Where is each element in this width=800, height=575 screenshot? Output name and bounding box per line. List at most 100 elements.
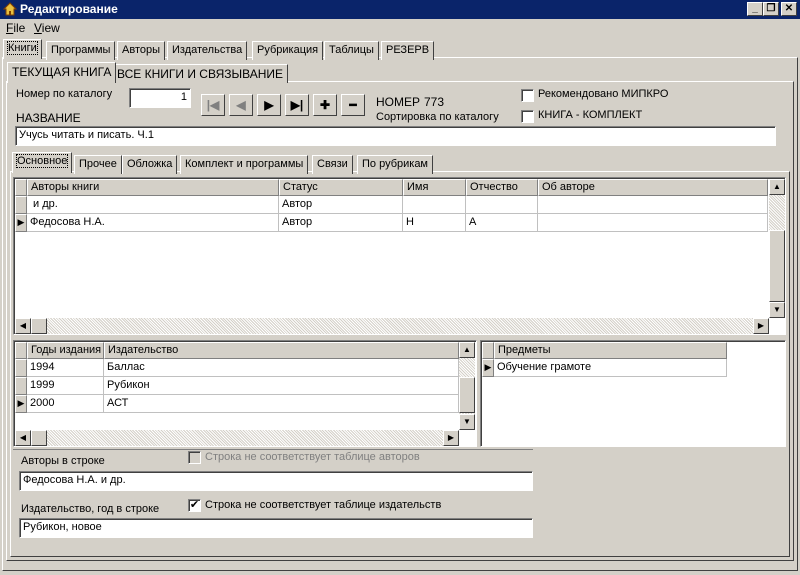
menu-file[interactable]: File [6, 21, 25, 35]
row-indicator[interactable] [15, 196, 27, 214]
table-cell[interactable]: АСТ [104, 395, 459, 413]
table-cell[interactable] [538, 214, 768, 232]
scroll-thumb[interactable] [769, 230, 785, 302]
grid-corner [482, 342, 494, 359]
column-header[interactable]: Издательство [104, 342, 459, 359]
nav-next-button[interactable]: ▶ [257, 94, 281, 116]
authors-mismatch-checkbox[interactable] [188, 451, 201, 464]
table-cell[interactable]: Рубикон [104, 377, 459, 395]
recommended-label: Рекомендовано МИПКРО [538, 88, 669, 100]
scroll-left-icon[interactable]: ◀ [15, 430, 31, 446]
table-cell[interactable]: и др. [27, 196, 279, 214]
publisher-mismatch-label: Строка не соответствует таблице издатель… [205, 499, 442, 511]
table-cell[interactable]: Обучение грамоте [494, 359, 727, 377]
number-label: НОМЕР [376, 95, 421, 109]
add-record-button[interactable]: ✚ [313, 94, 337, 116]
publisher-line-input[interactable]: Рубикон, новое [19, 518, 533, 538]
authors-line-label: Авторы в строке [21, 455, 105, 467]
scroll-left-icon[interactable]: ◀ [15, 318, 31, 334]
table-cell[interactable] [466, 196, 538, 214]
table-cell[interactable]: А [466, 214, 538, 232]
column-header[interactable]: Годы издания [27, 342, 104, 359]
scroll-thumb[interactable] [31, 318, 47, 334]
menu-bar: File View [0, 19, 800, 37]
column-header[interactable]: Статус [279, 179, 403, 196]
scroll-up-icon[interactable]: ▲ [769, 179, 785, 195]
table-cell[interactable]: Баллас [104, 359, 459, 377]
table-cell[interactable]: Н [403, 214, 466, 232]
scroll-down-icon[interactable]: ▼ [769, 302, 785, 318]
table-cell[interactable]: 1999 [27, 377, 104, 395]
publisher-line-label: Издательство, год в строке [21, 503, 160, 515]
current-row-icon[interactable]: ▶ [15, 395, 27, 413]
current-row-icon[interactable]: ▶ [15, 214, 27, 232]
tab-by-rubrics[interactable]: По рубрикам [357, 155, 433, 174]
publisher-mismatch-checkbox[interactable]: ✔ [188, 499, 201, 512]
subjects-grid: Предметы ▶ Обучение грамоте [480, 340, 786, 447]
close-button[interactable]: ✕ [781, 2, 797, 16]
tab-main[interactable]: Основное [12, 152, 73, 173]
authors-mismatch-label: Строка не соответствует таблице авторов [205, 451, 420, 463]
name-label: НАЗВАНИЕ [16, 111, 81, 125]
row-indicator[interactable] [15, 377, 27, 395]
tab-authors[interactable]: Авторы [117, 41, 165, 60]
tab-reserve[interactable]: РЕЗЕРВ [381, 41, 435, 60]
scroll-up-icon[interactable]: ▲ [459, 342, 475, 358]
number-value: 773 [424, 95, 445, 109]
row-indicator[interactable] [15, 359, 27, 377]
scroll-down-icon[interactable]: ▼ [459, 414, 475, 430]
catalog-number-input[interactable]: 1 [129, 88, 191, 108]
nav-first-button[interactable]: |◀ [201, 94, 225, 116]
sort-label: Сортировка по каталогу [376, 111, 499, 123]
horizontal-scrollbar[interactable] [15, 318, 769, 334]
tab-all-books[interactable]: ВСЕ КНИГИ И СВЯЗЫВАНИЕ [112, 64, 289, 83]
recommended-checkbox[interactable] [521, 89, 534, 102]
table-cell[interactable] [403, 196, 466, 214]
table-cell[interactable]: Автор [279, 196, 403, 214]
tab-tables[interactable]: Таблицы [324, 41, 379, 60]
maximize-button[interactable]: ❐ [763, 2, 779, 16]
delete-record-button[interactable]: ━ [341, 94, 365, 116]
nav-prev-button[interactable]: ◀ [229, 94, 253, 116]
authors-grid: Авторы книги Статус Имя Отчество Об авто… [13, 177, 786, 335]
grid-corner [15, 179, 27, 196]
scroll-thumb[interactable] [459, 377, 475, 413]
table-cell[interactable]: 2000 [27, 395, 104, 413]
tab-rubrication[interactable]: Рубрикация [252, 41, 324, 60]
table-cell[interactable]: 1994 [27, 359, 104, 377]
tab-links[interactable]: Связи [312, 155, 353, 174]
table-cell[interactable]: Федосова Н.А. [27, 214, 279, 232]
catalog-number-label: Номер по каталогу [16, 88, 113, 100]
current-row-icon[interactable]: ▶ [482, 359, 494, 377]
grid-corner [15, 342, 27, 359]
column-header[interactable]: Отчество [466, 179, 538, 196]
horizontal-scrollbar[interactable] [15, 430, 459, 446]
kit-checkbox[interactable] [521, 110, 534, 123]
authors-line-input[interactable]: Федосова Н.А. и др. [19, 471, 533, 491]
scroll-thumb[interactable] [31, 430, 47, 446]
tab-cover[interactable]: Обложка [122, 155, 178, 174]
column-header[interactable]: Об авторе [538, 179, 768, 196]
minimize-button[interactable]: _ [747, 2, 763, 16]
editions-grid: Годы издания Издательство 1994 Баллас 19… [13, 340, 477, 447]
tab-other[interactable]: Прочее [74, 155, 122, 174]
tab-programs[interactable]: Программы [46, 41, 116, 60]
table-cell[interactable] [538, 196, 768, 214]
title-bar: Редактирование _ ❐ ✕ [0, 0, 800, 19]
column-header[interactable]: Предметы [494, 342, 727, 359]
column-header[interactable]: Имя [403, 179, 466, 196]
nav-last-button[interactable]: ▶| [285, 94, 309, 116]
tab-kit-programs[interactable]: Комплект и программы [180, 155, 309, 174]
scroll-right-icon[interactable]: ▶ [443, 430, 459, 446]
scroll-right-icon[interactable]: ▶ [753, 318, 769, 334]
column-header[interactable]: Авторы книги [27, 179, 279, 196]
menu-view[interactable]: View [34, 21, 60, 35]
window-title: Редактирование [20, 2, 118, 16]
table-cell[interactable]: Автор [279, 214, 403, 232]
tab-books[interactable]: Книги [3, 39, 42, 59]
title-input[interactable]: Учусь читать и писать. Ч.1 [15, 126, 776, 146]
tab-publishers[interactable]: Издательства [167, 41, 248, 60]
app-icon [3, 2, 17, 16]
tab-current-book[interactable]: ТЕКУЩАЯ КНИГА [7, 62, 117, 83]
kit-label: КНИГА - КОМПЛЕКТ [538, 109, 643, 121]
